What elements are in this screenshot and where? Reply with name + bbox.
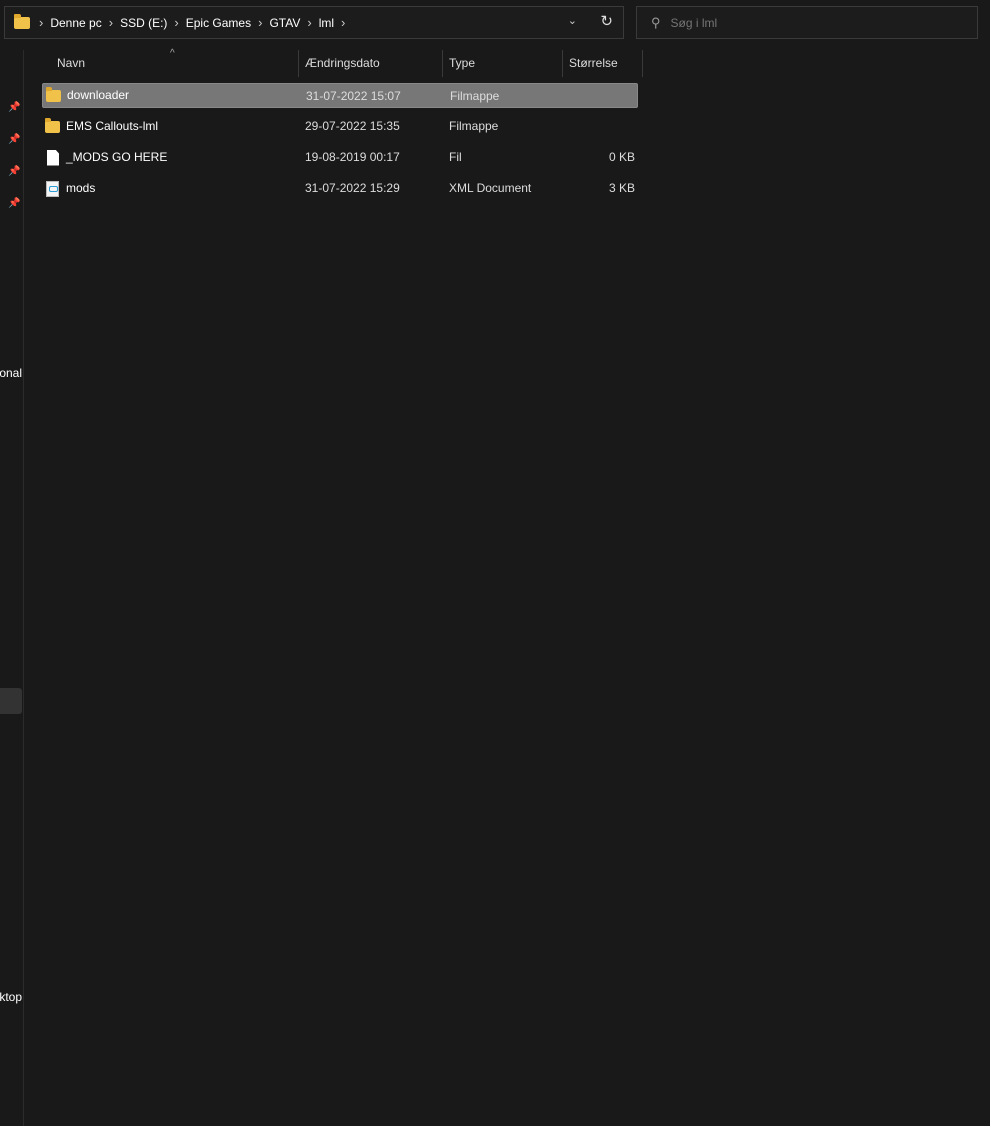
file-row[interactable]: downloader 31-07-2022 15:07 Filmappe — [42, 83, 638, 108]
chevron-right-icon[interactable]: › — [39, 15, 43, 30]
file-date: 31-07-2022 15:07 — [306, 89, 401, 103]
folder-icon — [45, 117, 60, 133]
column-name-label: Navn — [57, 56, 86, 70]
breadcrumb-gtav[interactable]: GTAV — [269, 16, 300, 30]
file-type: Filmappe — [450, 89, 500, 103]
refresh-icon[interactable]: ↻ — [600, 12, 613, 30]
column-date[interactable]: Ændringsdato — [299, 50, 443, 77]
column-size[interactable]: Størrelse — [563, 50, 643, 77]
search-box[interactable]: ⚲ — [636, 6, 978, 39]
column-name[interactable]: ^ Navn — [42, 48, 299, 77]
file-row[interactable]: EMS Callouts-lml 29-07-2022 15:35 Filmap… — [42, 114, 638, 139]
folder-icon — [14, 13, 30, 29]
nav-item-desktop[interactable]: ktop — [0, 990, 22, 1004]
sort-ascending-icon: ^ — [170, 48, 175, 59]
file-type: Fil — [449, 150, 462, 164]
pin-icon: 📌 — [8, 166, 21, 177]
file-type: XML Document — [449, 181, 532, 195]
column-type-label: Type — [449, 56, 476, 70]
chevron-right-icon[interactable]: › — [307, 15, 311, 30]
file-name: _MODS GO HERE — [66, 150, 168, 164]
file-name: mods — [66, 181, 96, 195]
xml-file-icon — [46, 180, 59, 197]
pin-icon: 📌 — [8, 134, 21, 145]
column-size-label: Størrelse — [569, 56, 618, 70]
breadcrumb-denne-pc[interactable]: Denne pc — [50, 16, 101, 30]
breadcrumb-epic-games[interactable]: Epic Games — [186, 16, 251, 30]
breadcrumb-ssd[interactable]: SSD (E:) — [120, 16, 167, 30]
file-size: 3 KB — [608, 181, 635, 195]
file-date: 29-07-2022 15:35 — [305, 119, 400, 133]
file-date: 19-08-2019 00:17 — [305, 150, 400, 164]
folder-icon — [46, 86, 61, 102]
pin-icon: 📌 — [8, 198, 21, 209]
file-size — [562, 114, 635, 139]
column-type[interactable]: Type — [443, 50, 563, 77]
file-name: downloader — [67, 88, 130, 102]
nav-item-partial[interactable]: onal — [0, 366, 22, 380]
search-icon: ⚲ — [651, 14, 661, 30]
file-icon — [47, 149, 59, 166]
chevron-down-icon[interactable]: ⌄ — [568, 14, 577, 27]
file-type: Filmappe — [449, 119, 499, 133]
pin-icon: 📌 — [8, 102, 21, 113]
file-size — [563, 84, 636, 107]
chevron-right-icon[interactable]: › — [109, 15, 113, 30]
navigation-pane[interactable]: 📌 📌 📌 📌 onal ktop — [0, 50, 24, 1126]
file-size: 0 KB — [608, 150, 635, 164]
breadcrumb-lml[interactable]: lml — [319, 16, 334, 30]
address-bar[interactable]: › Denne pc › SSD (E:) › Epic Games › GTA… — [4, 6, 624, 39]
file-list: downloader 31-07-2022 15:07 Filmappe EMS… — [42, 83, 638, 207]
search-input[interactable] — [670, 15, 826, 30]
file-row[interactable]: mods 31-07-2022 15:29 XML Document 3 KB — [42, 176, 638, 201]
file-row[interactable]: _MODS GO HERE 19-08-2019 00:17 Fil 0 KB — [42, 145, 638, 170]
column-header: ^ Navn Ændringsdato Type Størrelse — [42, 48, 643, 77]
file-name: EMS Callouts-lml — [66, 119, 159, 133]
nav-item-selected[interactable] — [0, 688, 22, 714]
file-date: 31-07-2022 15:29 — [305, 181, 400, 195]
chevron-right-icon[interactable]: › — [174, 15, 178, 30]
column-date-label: Ændringsdato — [305, 56, 380, 70]
chevron-right-icon[interactable]: › — [341, 15, 345, 30]
chevron-right-icon[interactable]: › — [258, 15, 262, 30]
